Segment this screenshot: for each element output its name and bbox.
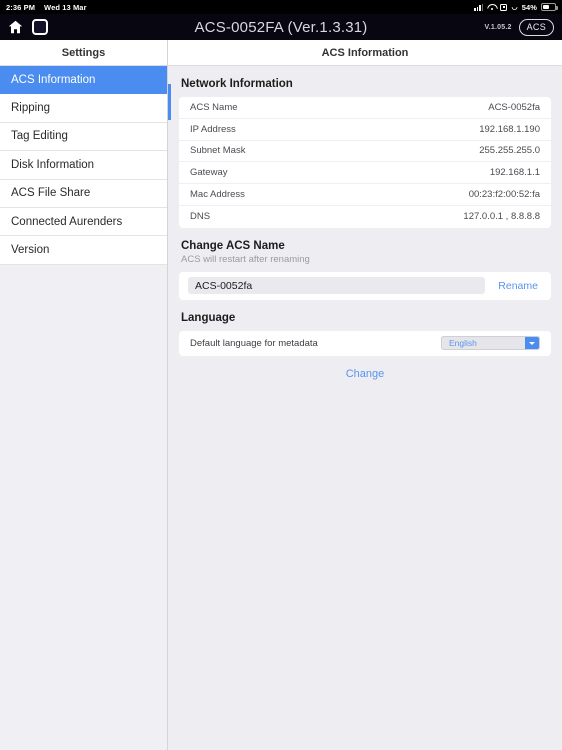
table-row: IP Address 192.168.1.190 [179,119,551,141]
settings-sidebar: Settings ACS Information Ripping Tag Edi… [0,40,168,750]
sidebar-item-label: Disk Information [11,158,95,171]
row-label: Subnet Mask [190,145,246,157]
table-row: ACS Name ACS-0052fa [179,97,551,119]
main-layout: Settings ACS Information Ripping Tag Edi… [0,40,562,750]
row-value: 127.0.0.1 , 8.8.8.8 [463,211,540,223]
sidebar-item-ripping[interactable]: Ripping [0,94,167,123]
app-version-label: V.1.05.2 [484,23,512,31]
battery-icon [541,3,558,11]
sidebar-item-acs-file-share[interactable]: ACS File Share [0,179,167,208]
wifi-icon [487,4,496,11]
language-selected-value: English [449,338,477,349]
sidebar-item-label: ACS Information [11,73,96,86]
home-icon[interactable] [8,20,23,34]
change-acs-name-subtitle: ACS will restart after renaming [181,253,310,265]
default-language-label: Default language for metadata [190,337,318,349]
scroll-indicator[interactable] [168,84,171,120]
row-value: 192.168.1.1 [489,167,540,179]
rounded-square-icon[interactable] [32,19,48,35]
acs-name-input[interactable] [188,277,486,295]
sidebar-empty-space [0,264,167,750]
rename-button[interactable]: Rename [485,280,542,292]
rename-card: Rename [179,271,551,300]
cellular-signal-icon [474,3,484,11]
language-card: Default language for metadata English [179,330,551,356]
sidebar-item-label: ACS File Share [11,187,91,200]
status-indicators: ◡ 54% [474,2,558,12]
row-value: ACS-0052fa [488,101,540,113]
row-label: Mac Address [190,189,245,201]
battery-percent-label: 54% [521,2,537,12]
language-title: Language [181,311,236,324]
network-information-card: ACS Name ACS-0052fa IP Address 192.168.1… [179,97,551,228]
status-date: Wed 13 Mar [44,2,87,12]
row-value: 192.168.1.190 [479,123,540,135]
table-row: Mac Address 00:23:f2:00:52:fa [179,184,551,206]
sidebar-item-label: Tag Editing [11,130,68,143]
title-bar-right-controls: V.1.05.2 ACS [484,18,554,36]
lock-icon: ◡ [511,4,518,11]
row-label: ACS Name [190,101,238,113]
sidebar-header: Settings [0,40,167,66]
table-row: Gateway 192.168.1.1 [179,162,551,185]
sidebar-item-label: Ripping [11,102,50,115]
sidebar-item-connected-aurenders[interactable]: Connected Aurenders [0,207,167,237]
language-select[interactable]: English [441,336,540,351]
status-time: 2:36 PM [6,2,36,12]
sidebar-item-acs-information[interactable]: ACS Information [0,66,167,95]
chevron-down-icon[interactable] [525,337,539,350]
sidebar-item-version[interactable]: Version [0,236,167,265]
network-information-title: Network Information [181,78,293,90]
app-title-bar: ACS-0052FA (Ver.1.3.31) V.1.05.2 ACS [0,14,562,40]
sidebar-list: ACS Information Ripping Tag Editing Disk… [0,66,167,265]
rotation-lock-icon [500,3,508,11]
status-bar: 2:36 PM Wed 13 Mar ◡ 54% [0,0,562,14]
title-bar-left-controls [8,19,48,35]
content-panel: ACS Information Network Information ACS … [168,40,562,750]
sidebar-item-tag-editing[interactable]: Tag Editing [0,122,167,152]
sidebar-item-disk-information[interactable]: Disk Information [0,151,167,180]
sidebar-item-label: Connected Aurenders [11,215,123,228]
page-title: ACS-0052FA (Ver.1.3.31) [194,18,368,36]
table-row: Subnet Mask 255.255.255.0 [179,141,551,163]
acs-badge[interactable]: ACS [518,18,554,36]
content-scroll-area[interactable]: Network Information ACS Name ACS-0052fa … [168,66,562,750]
row-value: 255.255.255.0 [479,145,540,157]
row-value: 00:23:f2:00:52:fa [468,189,540,201]
table-row: DNS 127.0.0.1 , 8.8.8.8 [179,206,551,228]
sidebar-item-label: Version [11,244,50,257]
change-language-button[interactable]: Change [168,356,562,380]
row-label: Gateway [190,167,228,179]
content-header: ACS Information [168,40,562,66]
row-label: IP Address [190,123,236,135]
row-label: DNS [190,211,211,223]
